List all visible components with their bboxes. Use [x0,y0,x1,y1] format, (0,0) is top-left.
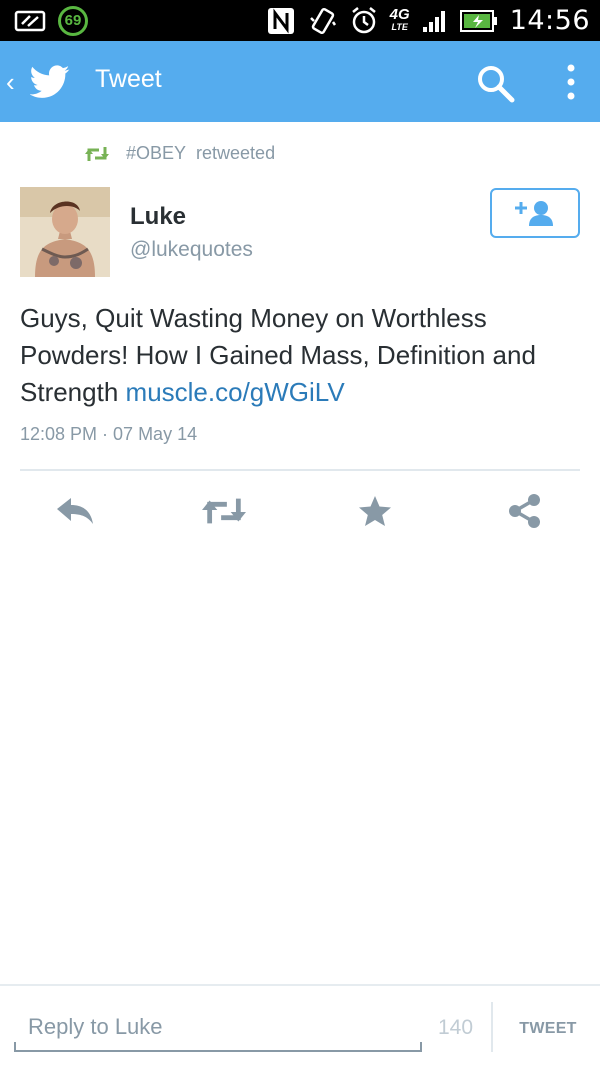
chevron-left-icon: ‹ [6,67,15,97]
retweet-attribution: #OBEY retweeted [126,143,275,164]
avatar-image [20,187,110,277]
reply-input[interactable] [14,1004,422,1052]
status-bar-right: 4G LTE 14:56 [266,0,590,41]
follow-button[interactable] [490,188,580,238]
reply-separator [491,1002,493,1052]
share-button[interactable] [503,490,547,532]
notification-icon [14,10,46,31]
overflow-menu-button[interactable] [556,62,586,106]
reply-bar: 140 TWEET [0,984,600,1066]
add-user-icon [515,201,553,226]
status-bar-left: 69 [14,0,88,41]
retweet-context: #OBEY retweeted [84,143,275,164]
reply-button[interactable] [53,490,97,532]
signal-icon [422,10,445,32]
retweet-button[interactable] [202,490,246,532]
divider [20,469,580,471]
reply-icon [57,498,93,524]
back-button[interactable]: ‹ [6,61,86,103]
nfc-icon [267,7,294,34]
more-vert-icon [567,64,575,100]
retweeted-label: retweeted [196,143,276,163]
star-icon [359,496,391,526]
network-label: 4G [389,5,410,23]
tweet-text: Guys, Quit Wasting Money on Worthless Po… [20,300,585,411]
character-counter: 140 [438,1016,474,1039]
alarm-icon [351,6,376,33]
network-type: 4G LTE [389,5,410,34]
status-bar: 69 4G LTE 14:56 [0,0,600,41]
avatar[interactable] [20,187,110,277]
search-button[interactable] [474,62,518,106]
tweet-link[interactable]: muscle.co/gWGiLV [126,377,345,407]
search-icon [478,66,515,103]
favorite-button[interactable] [353,490,397,532]
clock: 14:56 [509,5,590,36]
tweet-submit-button[interactable]: TWEET [506,1008,590,1050]
battery-icon [459,9,497,32]
share-icon [509,494,540,528]
author-handle[interactable]: @lukequotes [130,238,253,262]
app-bar: ‹ Tweet [0,41,600,122]
retweet-icon [202,498,246,524]
retweet-icon [85,146,109,161]
tweet-timestamp: 12:08 PM · 07 May 14 [20,424,198,444]
badge-count: 69 [58,5,88,36]
author-name[interactable]: Luke [130,203,186,231]
retweeter-name[interactable]: #OBEY [126,143,186,164]
page-title: Tweet [95,65,162,93]
input-underline-left [14,1042,16,1052]
vibrate-icon [309,7,336,34]
input-underline-right [420,1042,422,1052]
twitter-bird-icon [30,65,70,98]
network-sub: LTE [391,21,408,32]
